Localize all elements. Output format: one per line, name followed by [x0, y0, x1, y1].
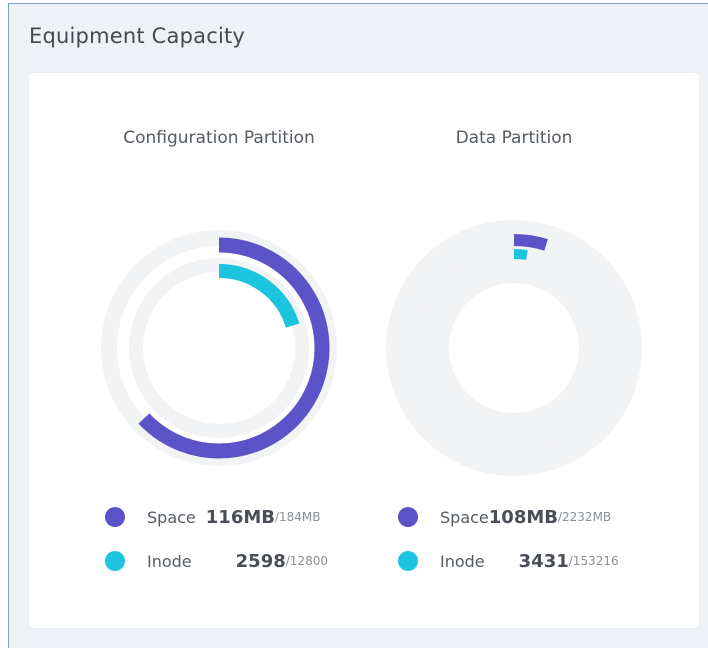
config-inode-arc [218, 264, 300, 328]
data-space-arc [513, 234, 548, 251]
config-legend-space: Space 116MB /184MB [105, 504, 321, 530]
inode-color-dot [398, 551, 418, 571]
data-partition-donut [386, 220, 642, 476]
legend-used: 3431 [518, 550, 569, 572]
data-legend-inode: Inode 3431 /153216 [398, 548, 619, 574]
data-legend-space: Space 108MB /2232MB [398, 504, 611, 530]
legend-label: Inode [147, 551, 192, 571]
legend-used: 116MB [205, 506, 275, 528]
legend-total: /184MB [274, 510, 321, 524]
space-color-dot [105, 507, 125, 527]
data-partition-title: Data Partition [455, 128, 573, 148]
legend-label: Space [440, 507, 489, 527]
panel-title: Equipment Capacity [29, 24, 246, 48]
legend-used: 108MB [488, 506, 558, 528]
config-partition-title: Configuration Partition [123, 128, 315, 148]
inode-color-dot [105, 551, 125, 571]
space-color-dot [398, 507, 418, 527]
data-track-inner [409, 243, 619, 453]
legend-total: /2232MB [557, 510, 612, 524]
capacity-card: Configuration Partition Data Partition S… [29, 73, 699, 628]
legend-total: /153216 [568, 554, 619, 568]
config-partition-donut [101, 230, 337, 466]
legend-used: 2598 [235, 550, 286, 572]
config-legend-inode: Inode 2598 /12800 [105, 548, 328, 574]
legend-total: /12800 [285, 554, 328, 568]
legend-label: Inode [440, 551, 485, 571]
legend-label: Space [147, 507, 196, 527]
data-inode-arc [513, 249, 528, 260]
